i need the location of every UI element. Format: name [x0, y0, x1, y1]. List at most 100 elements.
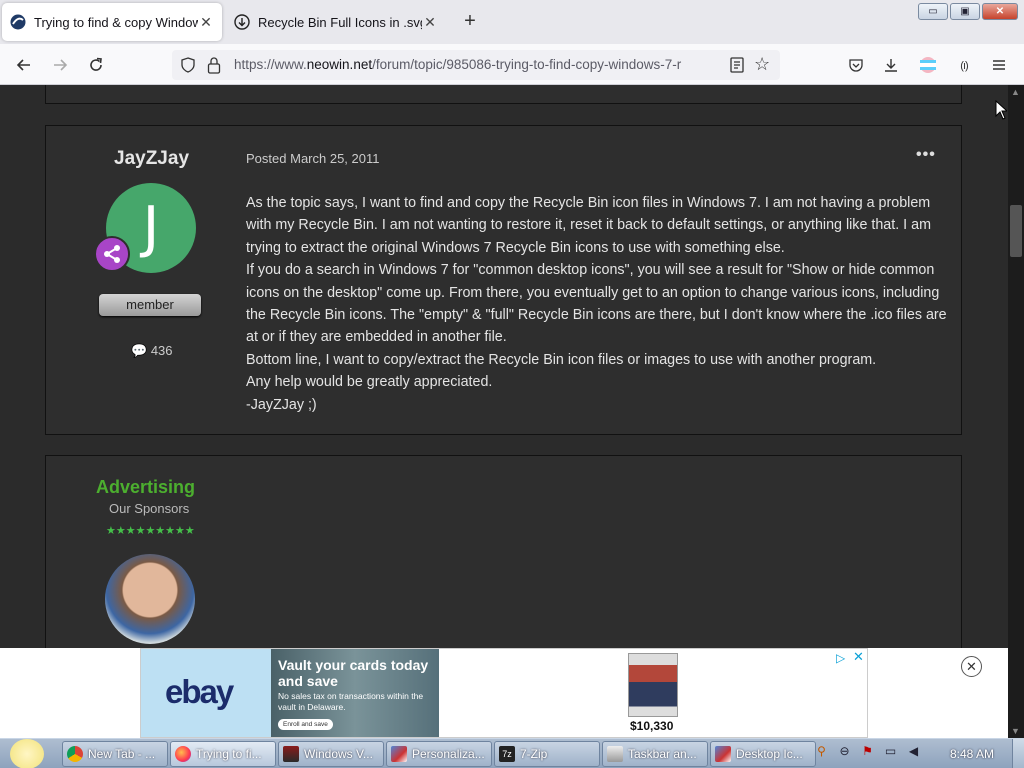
browser-tab-bar: Trying to find & copy Windows ✕ Recycle … — [0, 0, 1024, 44]
minimize-button[interactable]: ▭ — [918, 3, 948, 20]
status-icon[interactable]: ⊖ — [837, 744, 852, 760]
advertising-post: Advertising Our Sponsors ★★★★★★★★★ — [45, 455, 962, 648]
posted-label: Posted — [246, 151, 287, 166]
post-paragraph: Bottom line, I want to copy/extract the … — [246, 351, 877, 368]
posted-date-value[interactable]: March 25, 2011 — [290, 151, 379, 166]
mouse-cursor-icon — [995, 99, 1009, 120]
page-scrollbar[interactable]: ▲ ▼ — [1008, 85, 1024, 738]
downloads-icon[interactable] — [880, 54, 902, 76]
extension-icon[interactable]: (ı) — [953, 54, 975, 76]
ad-close-button[interactable]: ✕ — [961, 656, 982, 677]
ebay-ad[interactable]: ebay Vault your cards today and save No … — [140, 648, 868, 738]
post-author-name[interactable]: JayZJay — [114, 148, 189, 170]
windows-taskbar: New Tab - ... Trying to fi... Windows V.… — [0, 738, 1024, 768]
previous-post-card — [45, 85, 962, 104]
reload-icon — [90, 57, 102, 71]
post-count: 💬 436 — [131, 343, 173, 359]
ad-price: $10,330 — [630, 719, 674, 733]
post-options-menu-icon[interactable]: ••• — [916, 146, 936, 164]
tab-title: Trying to find & copy Windows — [34, 14, 198, 30]
scroll-up-icon[interactable]: ▲ — [1011, 87, 1020, 97]
member-rank-badge: member — [99, 294, 201, 316]
advertising-subtitle: Our Sponsors — [109, 501, 190, 516]
post-count-value: 436 — [150, 343, 173, 358]
chrome-icon — [67, 746, 83, 762]
taskbar-item-desktop-icons[interactable]: Desktop Ic... — [710, 741, 816, 767]
forward-arrow-icon — [54, 59, 68, 71]
maximize-button[interactable]: ▣ — [950, 3, 980, 20]
taskbar-clock[interactable]: 8:48 AM — [950, 747, 994, 761]
forum-post: JayZJay J member 💬 436 Posted March 25, … — [45, 125, 962, 435]
start-orb-icon — [10, 739, 44, 768]
taskbar-icon — [607, 746, 623, 762]
ad-dismiss-icon[interactable]: ✕ — [853, 649, 864, 665]
ebay-logo[interactable]: ebay — [141, 649, 271, 737]
display-icon[interactable]: ▭ — [883, 744, 898, 760]
back-button[interactable] — [11, 52, 37, 78]
post-paragraph: -JayZJay ;) — [246, 396, 317, 413]
back-arrow-icon — [16, 59, 30, 71]
post-paragraph: As the topic says, I want to find and co… — [246, 195, 931, 256]
close-window-button[interactable]: ✕ — [982, 3, 1018, 20]
ad-vault-panel[interactable]: Vault your cards today and save No sales… — [271, 649, 439, 737]
taskbar-item-label: Desktop Ic... — [736, 747, 803, 761]
firefox-icon — [175, 746, 191, 762]
start-button[interactable] — [6, 739, 48, 768]
tracking-protection-shield-icon[interactable] — [180, 57, 196, 73]
post-date: Posted March 25, 2011 — [246, 151, 379, 166]
lock-icon[interactable] — [206, 56, 222, 74]
ad-subtext: No sales tax on transactions within the … — [278, 691, 424, 712]
download-icon — [234, 14, 250, 30]
advertising-stars: ★★★★★★★★★ — [106, 525, 195, 537]
taskbar-item-label: Taskbar an... — [628, 747, 697, 761]
7zip-icon: 7z — [499, 746, 515, 762]
show-desktop-button[interactable] — [1012, 739, 1024, 768]
ad-headline: Vault your cards today and save — [278, 657, 429, 689]
taskbar-item-label: New Tab - ... — [88, 747, 156, 761]
reader-view-icon[interactable] — [728, 56, 746, 74]
taskbar-item-personalization[interactable]: Personaliza... — [386, 741, 492, 767]
taskbar-item-new-tab[interactable]: New Tab - ... — [62, 741, 168, 767]
taskbar-item-taskbar[interactable]: Taskbar an... — [602, 741, 708, 767]
search-icon[interactable]: ⚲ — [814, 744, 829, 760]
personalization-icon — [391, 746, 407, 762]
network-error-icon[interactable]: ⚑ — [860, 744, 875, 760]
taskbar-item-firefox[interactable]: Trying to fi... — [170, 741, 276, 767]
reload-button[interactable] — [83, 52, 109, 78]
adchoices-icon[interactable]: ▷ — [836, 651, 845, 665]
scrollbar-thumb[interactable] — [1010, 205, 1022, 257]
account-avatar-icon[interactable] — [917, 54, 939, 76]
post-paragraph: If you do a search in Windows 7 for "com… — [246, 262, 947, 346]
new-tab-button[interactable]: + — [458, 10, 482, 34]
advertising-title[interactable]: Advertising — [96, 477, 195, 498]
desktop-icon — [715, 746, 731, 762]
navigation-bar: https://www.neowin.net/forum/topic/98508… — [0, 44, 1024, 85]
sponsor-avatar[interactable] — [105, 554, 195, 644]
tab-close-icon[interactable]: ✕ — [198, 14, 214, 31]
tab-close-icon[interactable]: ✕ — [422, 14, 438, 31]
bookmark-star-icon[interactable]: ☆ — [754, 54, 770, 75]
window-controls: ▭ ▣ ✕ — [918, 3, 1018, 20]
url-text[interactable]: https://www.neowin.net/forum/topic/98508… — [234, 57, 716, 72]
pocket-icon[interactable] — [845, 54, 867, 76]
ad-enroll-button[interactable]: Enroll and save — [278, 719, 333, 730]
system-tray: ⚲ ⊖ ⚑ ▭ ◀ — [814, 744, 921, 760]
taskbar-item-label: 7-Zip — [520, 747, 548, 761]
taskbar-item-label: Trying to fi... — [196, 747, 262, 761]
neowin-icon — [10, 14, 26, 30]
taskbar-item-label: Personaliza... — [412, 747, 485, 761]
app-icon — [283, 746, 299, 762]
tab-recycle-bin-icons[interactable]: Recycle Bin Full Icons in .svg .p ✕ — [226, 3, 446, 41]
tab-title: Recycle Bin Full Icons in .svg .p — [258, 14, 422, 30]
taskbar-item-7zip[interactable]: 7z 7-Zip — [494, 741, 600, 767]
share-badge-icon — [94, 236, 130, 272]
taskbar-item-label: Windows V... — [304, 747, 373, 761]
taskbar-item-windows-v[interactable]: Windows V... — [278, 741, 384, 767]
trading-card-image[interactable] — [628, 653, 678, 717]
forward-button[interactable] — [47, 52, 73, 78]
volume-icon[interactable]: ◀ — [906, 744, 921, 760]
tab-neowin-topic[interactable]: Trying to find & copy Windows ✕ — [2, 3, 222, 41]
scroll-down-icon[interactable]: ▼ — [1011, 726, 1020, 736]
hamburger-menu-icon[interactable] — [988, 54, 1010, 76]
address-bar[interactable]: https://www.neowin.net/forum/topic/98508… — [172, 50, 780, 80]
